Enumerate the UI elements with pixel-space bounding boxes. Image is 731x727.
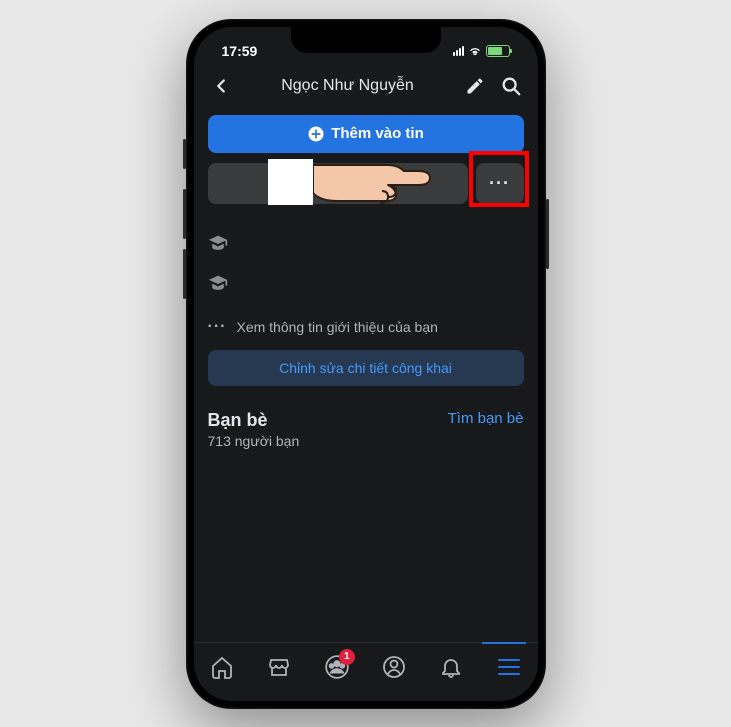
dots-icon: ··· [208, 318, 227, 336]
battery-icon [486, 45, 510, 57]
signal-icon [453, 46, 464, 56]
menu-icon [498, 659, 520, 675]
education-icon [208, 234, 228, 254]
secondary-actions-row: C ··· [208, 163, 524, 204]
phone-side-button [183, 139, 186, 169]
nav-badge: 1 [339, 649, 355, 665]
nav-groups[interactable]: 1 [323, 653, 351, 681]
friends-section: Bạn bè 713 người bạn Tìm bạn bè [208, 410, 524, 449]
search-button[interactable] [500, 75, 522, 97]
pencil-icon [322, 176, 336, 190]
education-item [208, 224, 524, 264]
bottom-nav: 1 [194, 642, 538, 701]
add-to-story-label: Thêm vào tin [331, 125, 424, 142]
friends-title: Bạn bè [208, 410, 300, 431]
bell-icon [439, 655, 463, 679]
phone-notch [291, 27, 441, 53]
more-options-button[interactable]: ··· [476, 163, 524, 204]
header-title: Ngọc Như Nguyễn [281, 77, 414, 95]
edit-icon-button[interactable] [464, 75, 486, 97]
edit-profile-button[interactable]: C [208, 163, 468, 204]
plus-circle-icon [307, 125, 325, 143]
view-intro-info-button[interactable]: ··· Xem thông tin giới thiệu của bạn [208, 304, 524, 350]
nav-marketplace[interactable] [265, 653, 293, 681]
add-to-story-button[interactable]: Thêm vào tin [208, 115, 524, 153]
phone-side-button [183, 249, 186, 299]
wifi-icon [468, 44, 482, 58]
education-item [208, 264, 524, 304]
header: Ngọc Như Nguyễn [194, 67, 538, 105]
home-icon [210, 655, 234, 679]
nav-notifications[interactable] [437, 653, 465, 681]
nav-active-indicator [482, 642, 526, 644]
edit-public-details-button[interactable]: Chỉnh sửa chi tiết công khai [208, 350, 524, 386]
status-time: 17:59 [222, 43, 258, 59]
nav-profile[interactable] [380, 653, 408, 681]
nav-menu[interactable] [495, 653, 523, 681]
marketplace-icon [267, 655, 291, 679]
view-intro-label: Xem thông tin giới thiệu của bạn [236, 319, 437, 335]
phone-frame: 17:59 Ngọc Như Nguyễn [186, 19, 546, 709]
education-icon [208, 274, 228, 294]
back-button[interactable] [210, 75, 232, 97]
edit-public-details-label: Chỉnh sửa chi tiết công khai [279, 360, 452, 376]
friends-count: 713 người bạn [208, 433, 300, 449]
status-icons [453, 44, 510, 58]
nav-home[interactable] [208, 653, 236, 681]
profile-icon [382, 655, 406, 679]
more-dots-icon: ··· [489, 173, 510, 194]
phone-side-button [183, 189, 186, 239]
find-friends-link[interactable]: Tìm bạn bè [448, 410, 524, 427]
phone-screen: 17:59 Ngọc Như Nguyễn [194, 27, 538, 701]
edit-profile-label: C [342, 175, 352, 191]
phone-side-button [546, 199, 549, 269]
profile-content: Thêm vào tin C ··· [194, 105, 538, 642]
